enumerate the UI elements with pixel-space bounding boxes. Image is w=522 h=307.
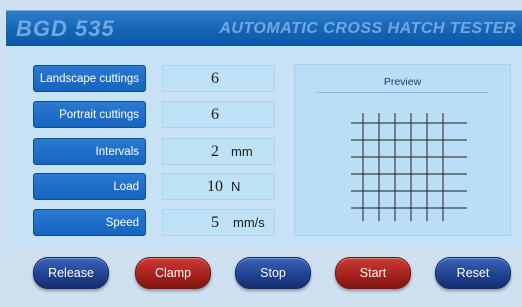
landscape-cuttings-label: Landscape cuttings <box>33 65 146 92</box>
start-button[interactable]: Start <box>335 257 411 289</box>
intervals-label: Intervals <box>33 138 146 165</box>
stop-button[interactable]: Stop <box>235 257 311 289</box>
cross-hatch-grid <box>351 113 467 221</box>
preview-panel: Preview <box>294 64 511 236</box>
speed-unit: mm/s <box>233 215 265 230</box>
speed-label: Speed <box>33 209 146 236</box>
portrait-cuttings-label: Portrait cuttings <box>33 101 146 128</box>
tester-screen: BGD 535 AUTOMATIC CROSS HATCH TESTER Lan… <box>0 0 522 307</box>
portrait-cuttings-field[interactable]: 6 <box>162 101 275 128</box>
release-button[interactable]: Release <box>33 257 109 289</box>
reset-button[interactable]: Reset <box>435 257 511 289</box>
landscape-cuttings-value: 6 <box>211 70 219 87</box>
model-name: BGD 535 <box>16 16 115 41</box>
device-title: AUTOMATIC CROSS HATCH TESTER <box>219 20 516 37</box>
clamp-button[interactable]: Clamp <box>135 257 211 289</box>
intervals-value: 2 <box>211 143 219 160</box>
intervals-field[interactable]: 2 mm <box>162 138 275 165</box>
load-label: Load <box>33 173 146 200</box>
speed-field[interactable]: 5 mm/s <box>162 209 275 236</box>
title-bar: BGD 535 AUTOMATIC CROSS HATCH TESTER <box>6 10 522 46</box>
load-value: 10 <box>207 178 223 195</box>
landscape-cuttings-field[interactable]: 6 <box>162 65 275 92</box>
portrait-cuttings-value: 6 <box>211 106 219 123</box>
speed-value: 5 <box>211 214 219 231</box>
load-field[interactable]: 10 N <box>162 173 275 200</box>
intervals-unit: mm <box>231 144 253 159</box>
load-unit: N <box>231 179 241 194</box>
